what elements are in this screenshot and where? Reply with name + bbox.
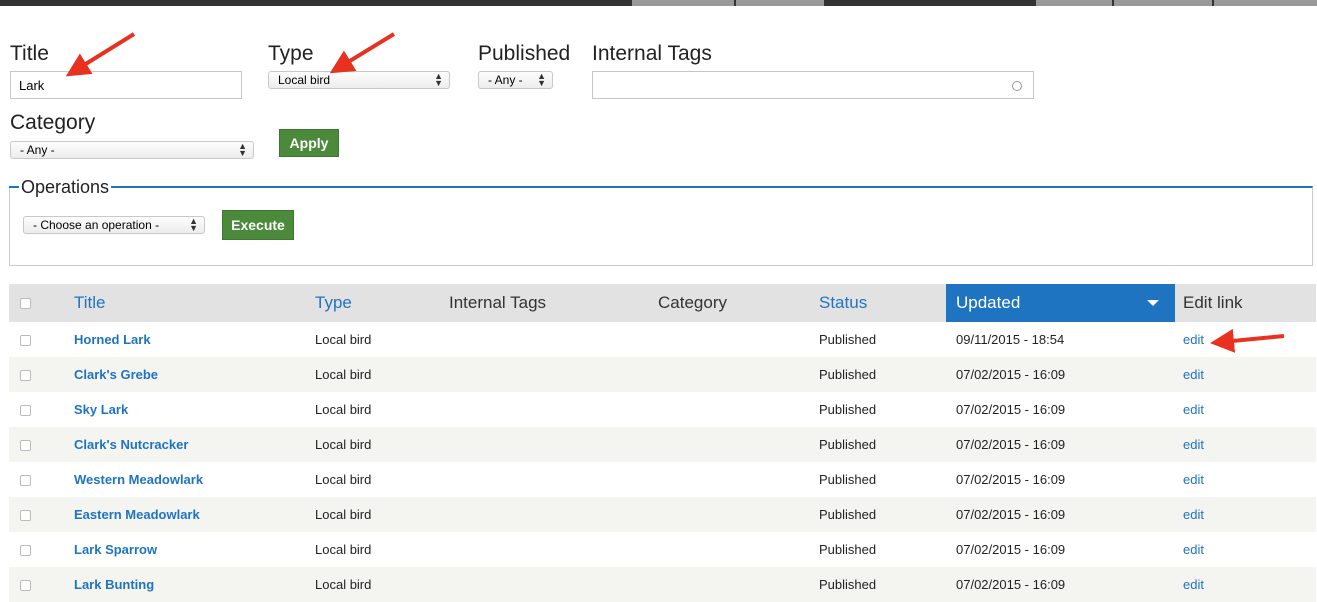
annotation-arrow-title: [65, 32, 136, 77]
annotation-arrows: [65, 32, 1285, 353]
annotation-arrow-type: [329, 32, 396, 74]
annotation-arrow-edit: [1210, 328, 1285, 353]
